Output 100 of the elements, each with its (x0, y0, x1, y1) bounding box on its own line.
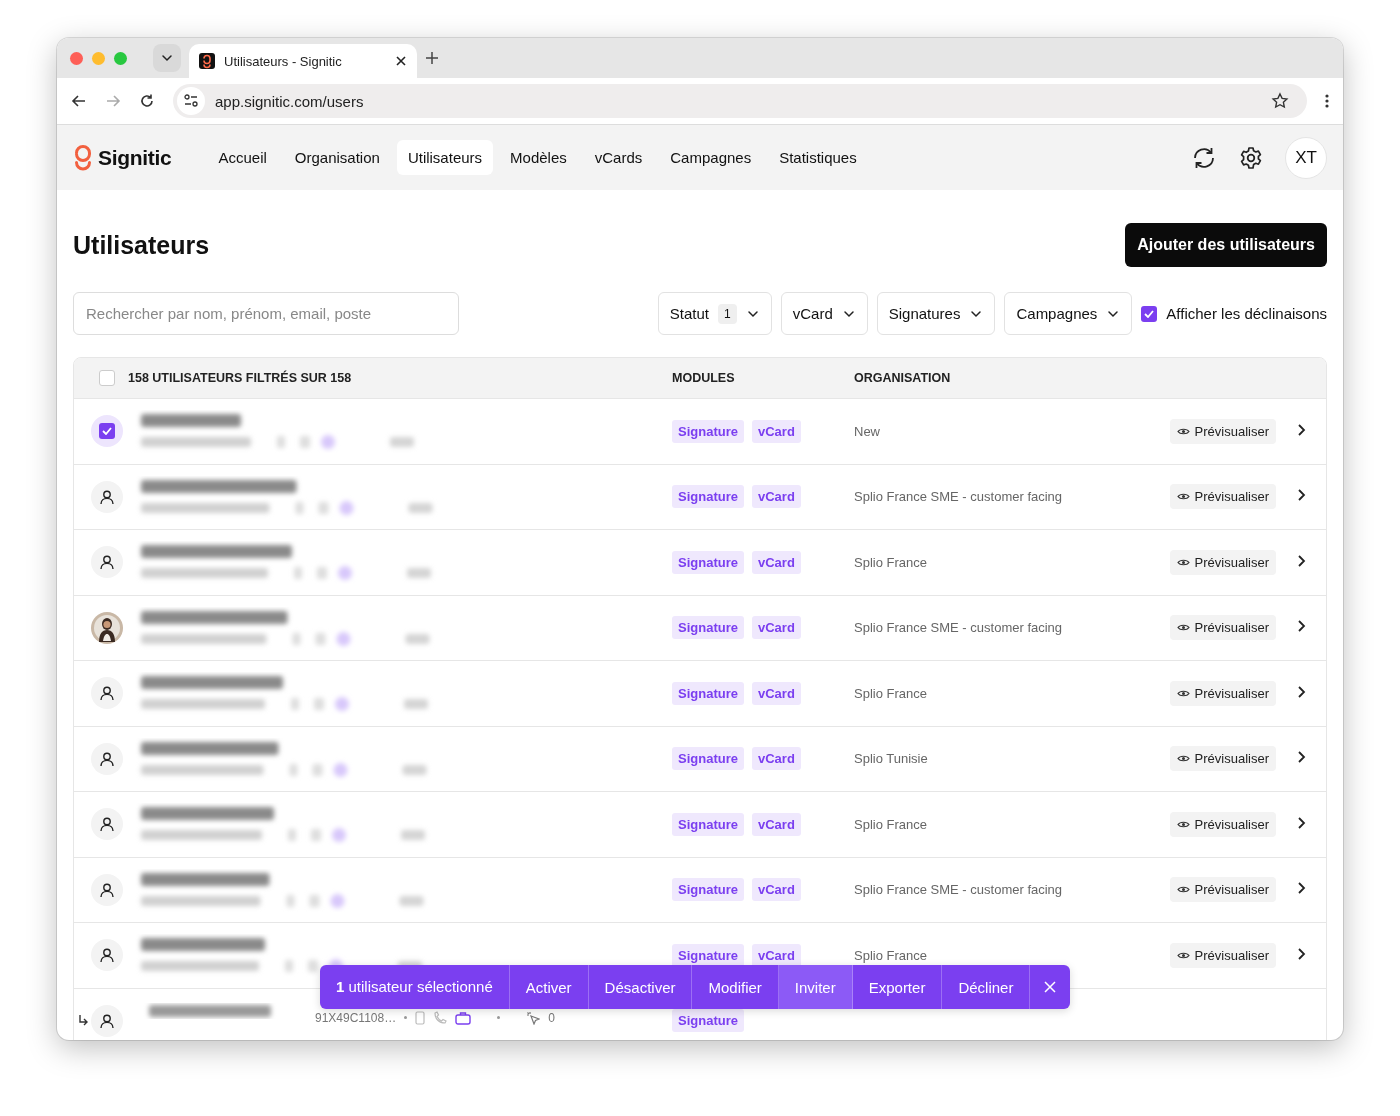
new-tab-icon[interactable] (425, 51, 439, 65)
chevron-right-icon[interactable] (1296, 422, 1306, 437)
eye-icon (1176, 688, 1190, 698)
check-icon (1144, 309, 1155, 318)
add-users-button[interactable]: Ajouter des utilisateurs (1125, 223, 1327, 267)
eye-icon (1176, 426, 1190, 436)
module-tag: Signature (672, 812, 744, 836)
select-all-checkbox[interactable] (99, 370, 115, 386)
brand-logo-icon (73, 144, 93, 171)
site-settings-icon (183, 93, 199, 109)
selection-count: 1 utilisateur sélectionné (320, 965, 510, 1009)
checkbox-label: Afficher les déclinaisons (1166, 305, 1327, 322)
organisation-cell-text: Splio France (854, 685, 928, 701)
nav-tab[interactable]: Campagnes (659, 140, 763, 175)
more-options-icon[interactable] (1325, 93, 1329, 109)
search-field[interactable]: Rechercher par nom, prénom, email, poste (73, 292, 459, 335)
mobile-icon (415, 1010, 426, 1025)
eye-icon (1176, 557, 1190, 567)
checkbox[interactable] (1141, 305, 1158, 322)
page-title: Utilisateurs (73, 230, 210, 260)
filter-dropdown[interactable]: Campagnes (1004, 292, 1133, 335)
phone-icon (433, 1010, 448, 1025)
column-header: 158 UTILISATEURS FILTRÉS SUR 158 (128, 371, 353, 385)
module-tag: Signature (672, 616, 744, 640)
cursor-click-icon (526, 1010, 541, 1025)
separator-dot-icon (497, 1016, 501, 1019)
close-icon[interactable] (395, 55, 407, 67)
module-tag: Signature (672, 681, 744, 705)
star-icon[interactable] (1271, 92, 1289, 110)
preview-button[interactable]: Prévisualiser (1169, 484, 1276, 510)
preview-button[interactable]: Prévisualiser (1169, 877, 1276, 903)
chevron-right-icon[interactable] (1296, 684, 1306, 699)
preview-button[interactable]: Prévisualiser (1169, 615, 1276, 641)
checkbox-cell[interactable] (91, 415, 123, 448)
separator-dot-icon (404, 1016, 408, 1019)
chevron-right-icon[interactable] (1296, 488, 1306, 503)
user-icon (99, 816, 115, 833)
click-count: 0 (548, 1010, 555, 1025)
chevron-right-icon[interactable] (1296, 553, 1306, 568)
preview-button[interactable]: Prévisualiser (1169, 549, 1276, 575)
chevron-right-icon[interactable] (1296, 946, 1306, 961)
chevron-right-icon[interactable] (1296, 881, 1306, 896)
module-tag: vCard (751, 943, 801, 967)
user-icon (99, 488, 115, 505)
app-logo-icon (199, 53, 215, 69)
module-tag: vCard (751, 681, 801, 705)
bulk-action-button[interactable]: Décliner (942, 965, 1031, 1009)
module-tag: Signature (672, 747, 744, 771)
bulk-action-button[interactable]: Activer (509, 965, 589, 1009)
module-tag: Signature (672, 943, 744, 967)
user-icon (99, 554, 115, 571)
reload-icon[interactable] (139, 93, 155, 109)
close-icon (1044, 981, 1057, 993)
browser-tab[interactable]: Utilisateurs - Signitic (189, 44, 417, 78)
eye-icon (1176, 754, 1190, 764)
eye-icon (1176, 819, 1190, 829)
bulk-action-button[interactable]: Exporter (852, 965, 943, 1009)
count-badge: 1 (718, 303, 737, 324)
column-header: ORGANISATION (854, 371, 952, 385)
preview-button[interactable]: Prévisualiser (1169, 746, 1276, 772)
organisation-cell-text: Splio France (854, 554, 928, 570)
eye-icon (1176, 623, 1190, 633)
nav-tab[interactable]: Organisation (283, 140, 391, 175)
preview-button[interactable]: Prévisualiser (1169, 418, 1276, 444)
chevron-right-icon[interactable] (1296, 619, 1306, 634)
preview-button[interactable]: Prévisualiser (1169, 942, 1276, 968)
user-avatar[interactable]: XT (1285, 136, 1327, 179)
filter-dropdown[interactable]: Statut 1 (657, 292, 772, 335)
preview-button[interactable]: Prévisualiser (1169, 811, 1276, 837)
briefcase-icon (455, 1010, 472, 1025)
chevron-right-icon[interactable] (1296, 815, 1306, 830)
back-icon[interactable] (71, 93, 87, 109)
chevron-right-icon[interactable] (1296, 750, 1306, 765)
bulk-action-button[interactable]: Modifier (692, 965, 779, 1009)
filter-dropdown[interactable]: Signatures (876, 292, 996, 335)
nav-tab[interactable]: Modèles (499, 140, 578, 175)
module-tag: Signature (672, 485, 744, 509)
module-tag: vCard (751, 616, 801, 640)
bulk-action-button[interactable]: Inviter (778, 965, 853, 1009)
bulk-action-button[interactable]: Désactiver (588, 965, 693, 1009)
brand-name: Signitic (98, 145, 172, 170)
nav-tab[interactable]: Accueil (207, 140, 278, 175)
eye-icon (1176, 492, 1190, 502)
user-icon (99, 881, 115, 898)
tab-list-button[interactable] (153, 44, 181, 72)
organisation-cell-text: Splio France SME - customer facing (854, 620, 1064, 636)
settings-icon[interactable] (1239, 145, 1263, 170)
module-tag: Signature (672, 550, 744, 574)
preview-button[interactable]: Prévisualiser (1169, 680, 1276, 706)
organisation-cell-text: Splio France (854, 947, 928, 963)
nav-tab[interactable]: vCards (583, 140, 654, 175)
nav-tab[interactable]: Utilisateurs (396, 140, 494, 175)
eye-icon (1176, 885, 1190, 895)
organisation-cell-text: Splio France SME - customer facing (854, 882, 1064, 898)
address-bar[interactable]: app.signitic.com/users (173, 84, 1307, 118)
module-tag: vCard (751, 878, 801, 902)
tab-title: Utilisateurs - Signitic (224, 53, 343, 69)
filter-dropdown[interactable]: vCard (780, 292, 868, 335)
nav-tab[interactable]: Statistiques (768, 140, 868, 175)
user-icon (99, 947, 115, 964)
